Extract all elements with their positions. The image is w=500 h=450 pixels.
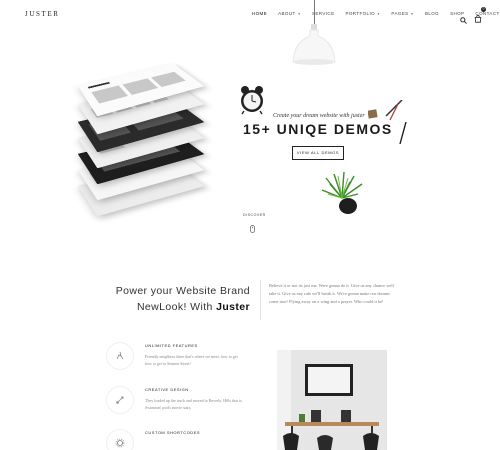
chevron-down-icon: ▼: [411, 12, 414, 16]
chevron-down-icon: ▼: [377, 12, 380, 16]
lamp-cord: [314, 0, 315, 24]
mouse-scroll-icon[interactable]: [250, 220, 255, 228]
intro-heading: Power your Website Brand NewLook! With J…: [100, 283, 250, 315]
intro-heading-brand: Juster: [216, 301, 250, 313]
discover-label[interactable]: DISCOVER: [243, 213, 266, 217]
site-header: JUSTER HOME ABOUT ▼ SERVICE PORTFOLIO ▼ PA…: [0, 0, 500, 28]
header-icons: 0: [460, 10, 482, 18]
hero-title: 15+ UNIQE DEMOS: [243, 121, 393, 137]
intro-text: Believe it or not its just me. Were gonn…: [269, 282, 394, 306]
nav-item-home[interactable]: HOME: [252, 11, 267, 16]
feature-desc: Friendly neighbors there that's where we…: [145, 353, 245, 367]
palette-icon: [107, 343, 133, 369]
nav-item-pages[interactable]: PAGES ▼: [391, 11, 414, 16]
nav-label: BLOG: [425, 11, 439, 16]
view-all-demos-button[interactable]: VIEW ALL DEMOS: [292, 146, 344, 160]
hero-subtitle: Create your dream website with juster: [273, 113, 365, 119]
nav-item-portfolio[interactable]: PORTFOLIO ▼: [345, 11, 380, 16]
nav-label: HOME: [252, 11, 267, 16]
nav-label: ABOUT: [278, 11, 296, 16]
intro-heading-line1: Power your Website Brand: [116, 285, 250, 297]
feature-desc: They loaded up the truck and moved to Be…: [145, 397, 245, 411]
pen-tool-icon: [107, 387, 133, 413]
cart-icon[interactable]: 0: [474, 10, 482, 18]
feature-title: UNLIMITED FEATURES: [145, 343, 198, 348]
nav-label: PAGES: [391, 11, 408, 16]
intro-divider: [260, 280, 261, 320]
nav-item-blog[interactable]: BLOG: [425, 11, 439, 16]
site-logo[interactable]: JUSTER: [25, 10, 60, 18]
lamp-icon: [292, 24, 336, 66]
feature-title: CUSTOM SHORTCODES: [145, 430, 200, 435]
gear-icon: [107, 430, 133, 450]
intro-heading-line2: NewLook! With: [137, 301, 213, 313]
demo-screens-stack: [58, 60, 228, 220]
nav-item-service[interactable]: SERVICE: [312, 11, 334, 16]
nav-item-about[interactable]: ABOUT ▼: [278, 11, 301, 16]
office-photo: [277, 350, 387, 450]
search-icon[interactable]: [460, 11, 467, 18]
nav-label: SERVICE: [312, 11, 334, 16]
cart-count-badge: 0: [481, 7, 486, 12]
alarm-clock-icon: [238, 85, 266, 115]
chevron-down-icon: ▼: [298, 12, 301, 16]
plant-icon: [318, 170, 364, 216]
nav-label: PORTFOLIO: [345, 11, 375, 16]
feature-title: CREATIVE DESIGN: [145, 387, 189, 392]
